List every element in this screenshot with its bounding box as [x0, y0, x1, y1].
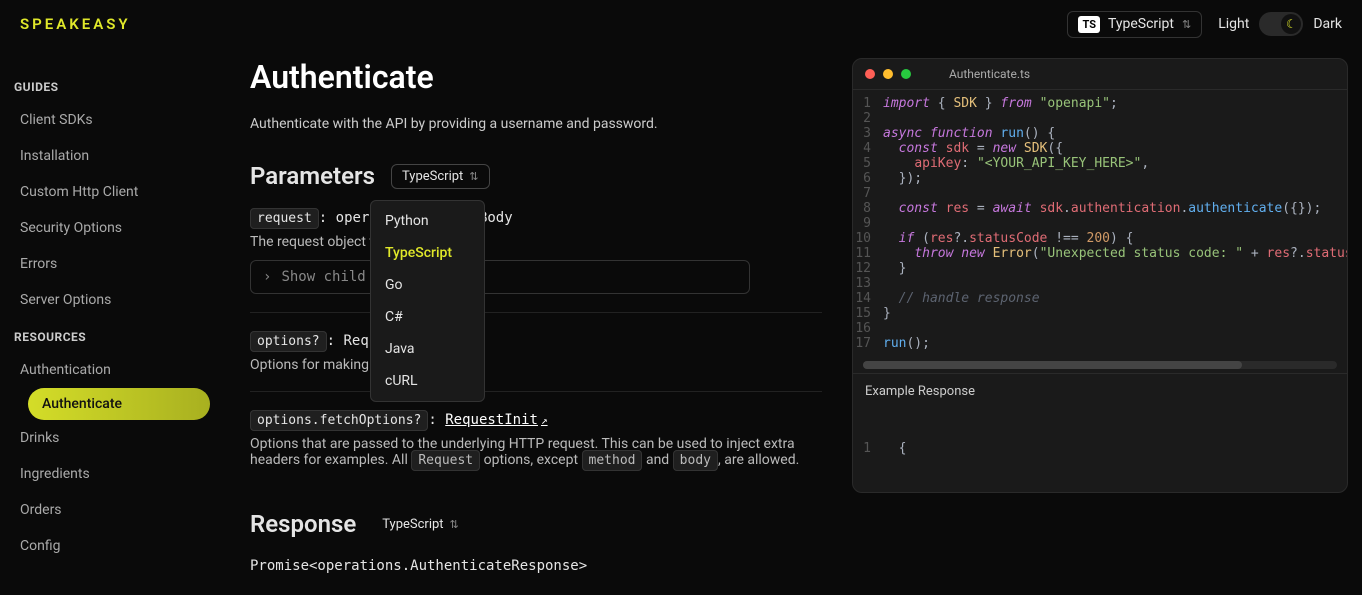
example-response-tab[interactable]: Example Response — [853, 373, 1347, 405]
theme-toggle[interactable]: ☾ — [1259, 12, 1303, 36]
code-example-window: Authenticate.ts 1import { SDK } from "op… — [852, 58, 1348, 493]
param-name: request — [250, 208, 319, 229]
sidebar-item[interactable]: Ingredients — [10, 456, 210, 492]
sidebar-item[interactable]: Errors — [10, 246, 210, 282]
sidebar-item[interactable]: Server Options — [10, 282, 210, 318]
language-option[interactable]: Java — [371, 333, 484, 365]
sidebar-item[interactable]: Client SDKs — [10, 102, 210, 138]
language-option[interactable]: C# — [371, 301, 484, 333]
page-lead: Authenticate with the API by providing a… — [250, 116, 822, 132]
resp-lang-label: TypeScript — [382, 517, 443, 532]
top-language-label: TypeScript — [1108, 16, 1174, 32]
param-desc: Options for making H — [250, 357, 822, 373]
sidebar-item[interactable]: Authentication — [10, 352, 210, 388]
external-link-icon: ↗ — [541, 414, 548, 427]
resources-heading: RESOURCES — [14, 330, 210, 344]
example-response-body: 1 { — [853, 405, 1347, 492]
code-filename: Authenticate.ts — [949, 67, 1030, 81]
request-init-link[interactable]: RequestInit↗ — [445, 412, 547, 428]
light-label: Light — [1218, 16, 1249, 32]
expand-children-button[interactable]: › Show child — [250, 260, 750, 294]
main-content: Authenticate Authenticate with the API b… — [220, 48, 852, 595]
param-name: options.fetchOptions? — [250, 410, 428, 431]
chevron-right-icon: › — [263, 269, 271, 285]
sidebar-item[interactable]: Custom Http Client — [10, 174, 210, 210]
ts-badge-icon: TS — [1078, 16, 1100, 33]
window-maximize-icon — [901, 69, 911, 79]
parameters-heading: Parameters — [250, 162, 375, 190]
sidebar-item[interactable]: Installation — [10, 138, 210, 174]
window-close-icon — [865, 69, 875, 79]
guides-heading: GUIDES — [14, 80, 210, 94]
language-option[interactable]: cURL — [371, 365, 484, 397]
sidebar-item[interactable]: Orders — [10, 492, 210, 528]
language-option[interactable]: TypeScript — [371, 237, 484, 269]
language-option[interactable]: Go — [371, 269, 484, 301]
moon-icon: ☾ — [1281, 14, 1301, 34]
sidebar-item-active[interactable]: Authenticate — [28, 388, 210, 420]
language-option[interactable]: Python — [371, 205, 484, 237]
sidebar-item[interactable]: Drinks — [10, 420, 210, 456]
param-desc: The request object t — [250, 234, 374, 250]
window-minimize-icon — [883, 69, 893, 79]
chevron-sort-icon: ⇅ — [469, 170, 478, 183]
code-block[interactable]: 1import { SDK } from "openapi";23async f… — [853, 90, 1347, 357]
chevron-sort-icon: ⇅ — [450, 518, 459, 531]
chevron-sort-icon: ⇅ — [1182, 18, 1191, 31]
parameters-language-selector[interactable]: TypeScript ⇅ — [391, 164, 490, 189]
brand-logo[interactable]: SPEAKEASY — [20, 15, 131, 33]
response-type: Promise<operations.AuthenticateResponse> — [250, 558, 822, 574]
param-lang-label: TypeScript — [402, 169, 463, 184]
top-language-selector[interactable]: TS TypeScript ⇅ — [1067, 11, 1202, 38]
sidebar-item[interactable]: Security Options — [10, 210, 210, 246]
dark-label: Dark — [1313, 16, 1342, 32]
sidebar: GUIDES Client SDKsInstallationCustom Htt… — [0, 48, 220, 595]
language-dropdown: PythonTypeScriptGoC#JavacURL — [370, 200, 485, 402]
sidebar-item[interactable]: Config — [10, 528, 210, 564]
response-language-selector[interactable]: TypeScript ⇅ — [372, 513, 469, 536]
param-name: options? — [250, 331, 327, 352]
param-desc: Options that are passed to the underlyin… — [250, 436, 822, 468]
horizontal-scrollbar[interactable] — [863, 361, 1337, 369]
response-heading: Response — [250, 510, 356, 538]
page-title: Authenticate — [250, 58, 822, 96]
